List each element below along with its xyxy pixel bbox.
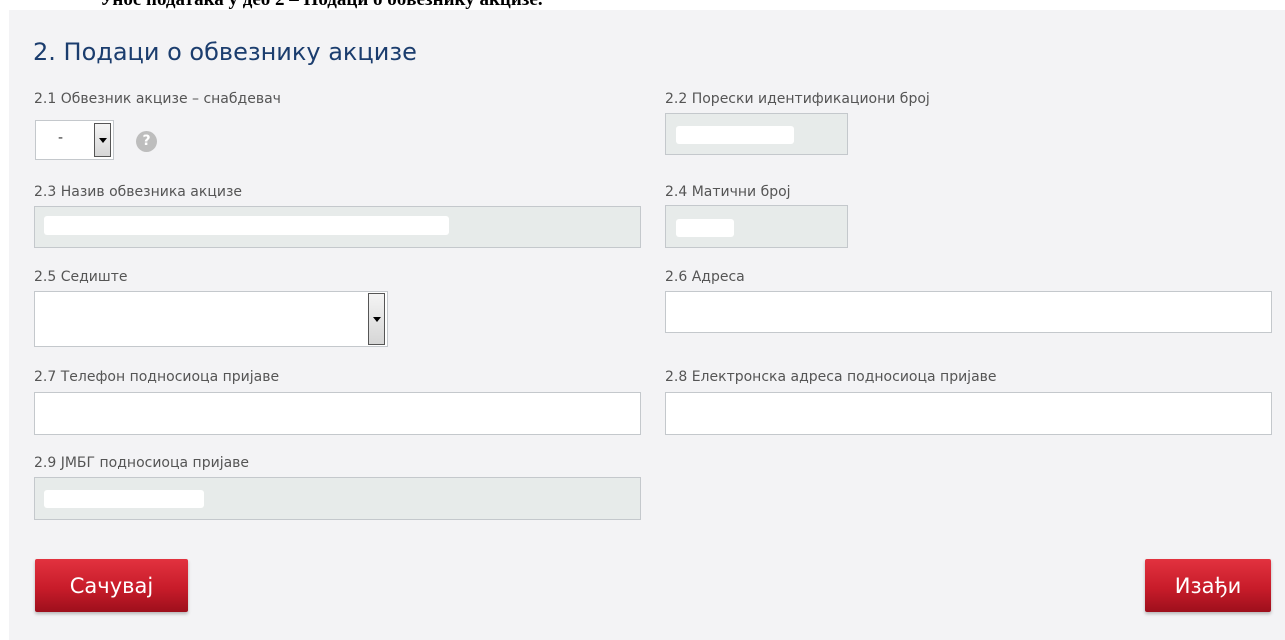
redacted-mask: [676, 219, 734, 237]
email-label: 2.8 Електронска адреса подносиоца пријав…: [665, 369, 997, 385]
jmbg-label: 2.9 ЈМБГ подносиоца пријаве: [34, 455, 250, 471]
supplier-select[interactable]: -: [35, 120, 114, 160]
exit-button[interactable]: Изађи: [1145, 559, 1271, 612]
redacted-mask: [44, 490, 204, 508]
section-title: 2. Подаци о обвезнику акцизе: [33, 38, 417, 66]
pib-label: 2.2 Порески идентификациони број: [665, 91, 930, 107]
chevron-down-icon[interactable]: [368, 293, 385, 345]
help-icon[interactable]: ?: [136, 131, 157, 152]
name-field[interactable]: [34, 206, 641, 248]
redacted-mask: [676, 126, 794, 144]
address-field[interactable]: [665, 291, 1272, 333]
seat-select[interactable]: [34, 291, 388, 347]
supplier-select-value: -: [58, 130, 64, 146]
email-field[interactable]: [665, 392, 1272, 435]
pib-field[interactable]: [665, 113, 848, 155]
name-label: 2.3 Назив обвезника акцизе: [34, 184, 243, 200]
redacted-mask: [44, 216, 449, 235]
jmbg-field[interactable]: [34, 477, 641, 520]
seat-label: 2.5 Седиште: [34, 269, 128, 285]
save-button[interactable]: Сачувај: [35, 559, 188, 612]
supplier-label: 2.1 Обвезник акцизе – снабдевач: [34, 91, 281, 107]
document-caption: Унос података у део 2 – Подаци о обвезни…: [100, 0, 820, 9]
phone-field[interactable]: [34, 392, 641, 435]
mb-field[interactable]: [665, 205, 848, 248]
address-label: 2.6 Адреса: [665, 269, 745, 285]
phone-label: 2.7 Телефон подносиоца пријаве: [34, 369, 280, 385]
chevron-down-icon[interactable]: [94, 123, 111, 157]
mb-label: 2.4 Матични број: [665, 184, 791, 200]
